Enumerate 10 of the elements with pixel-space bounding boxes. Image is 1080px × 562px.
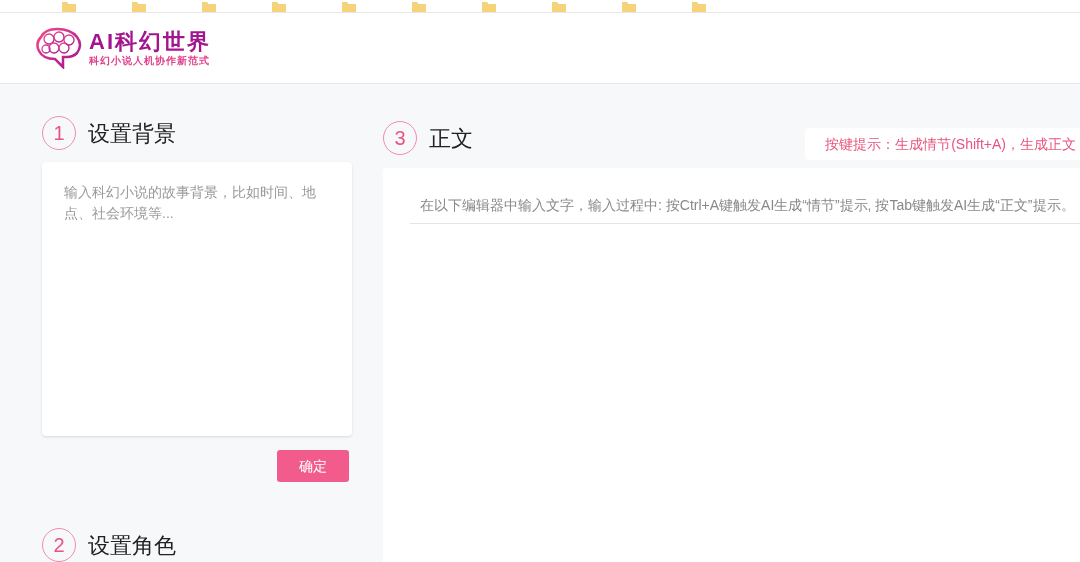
section-title: 正文 <box>429 124 473 153</box>
editor-field[interactable]: 在以下编辑器中输入文字，输入过程中: 按Ctrl+A键触发AI生成“情节”提示, 按Tab键触发AI生成“正文”提示。 <box>410 186 1080 224</box>
brain-logo-icon <box>35 27 83 69</box>
section-title: 设置背景 <box>88 119 176 148</box>
shortcut-hint: 按键提示：生成情节(Shift+A)，生成正文 <box>805 128 1080 160</box>
confirm-button[interactable]: 确定 <box>277 450 349 482</box>
logo-subtitle: 科幻小说人机协作新范式 <box>89 55 211 66</box>
background-field[interactable]: 输入科幻小说的故事背景，比如时间、地点、社会环境等... <box>42 162 352 437</box>
logo-title: AI科幻世界 <box>89 30 211 53</box>
section-title: 设置角色 <box>88 531 176 560</box>
